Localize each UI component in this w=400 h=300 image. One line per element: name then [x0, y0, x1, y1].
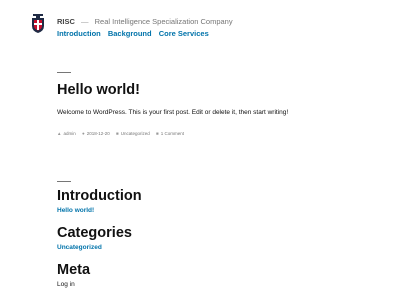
meta-category[interactable]: ■ Uncategorized: [116, 131, 151, 136]
person-icon: ▲: [57, 131, 62, 136]
post-meta: ▲ admin ● 2018-12-20 ■ Uncategorized ■ 1 Com…: [57, 131, 377, 137]
widget-area: Introduction Hello world! Categories Unc…: [57, 181, 377, 289]
widget-link-uncategorized[interactable]: Uncategorized: [57, 243, 377, 252]
widget-link-log-in[interactable]: Log in: [57, 280, 377, 289]
widget-title-meta: Meta: [57, 262, 91, 278]
nav-item-core-services[interactable]: Core Services: [159, 29, 209, 38]
title-rule-divider: [57, 72, 71, 73]
nav-item-background[interactable]: Background: [108, 29, 152, 38]
page: RISC — Real Intelligence Specialization …: [0, 0, 400, 300]
meta-date-label: 2018-12-20: [86, 131, 110, 136]
site-branding: RISC — Real Intelligence Specialization …: [57, 17, 233, 27]
post-title[interactable]: Hello world!: [57, 81, 377, 99]
meta-category-label: Uncategorized: [120, 131, 150, 136]
meta-comments-label: 1 Comment: [160, 131, 185, 136]
site-description: Real Intelligence Specialization Company: [94, 17, 233, 26]
site-title-link[interactable]: RISC: [57, 17, 75, 26]
site-logo-icon[interactable]: [30, 14, 46, 34]
meta-author[interactable]: ▲ admin: [57, 131, 77, 136]
main-navigation: Introduction Background Core Services: [57, 29, 214, 39]
widget-title-introduction: Introduction: [57, 188, 142, 204]
widget-rule-divider: [57, 181, 71, 182]
clock-icon: ●: [82, 131, 85, 136]
post-article: Hello world! Welcome to WordPress. This …: [57, 72, 377, 137]
widget-link-hello-world[interactable]: Hello world!: [57, 206, 377, 215]
folder-icon: ■: [116, 131, 119, 136]
meta-date[interactable]: ● 2018-12-20: [82, 131, 111, 136]
meta-comments[interactable]: ■ 1 Comment: [156, 131, 184, 136]
comment-icon: ■: [156, 131, 159, 136]
site-title-separator: —: [81, 17, 89, 26]
widget-title-categories: Categories: [57, 225, 132, 241]
nav-item-introduction[interactable]: Introduction: [57, 29, 101, 38]
post-content: Welcome to WordPress. This is your first…: [57, 109, 289, 116]
meta-author-label: admin: [63, 131, 76, 136]
